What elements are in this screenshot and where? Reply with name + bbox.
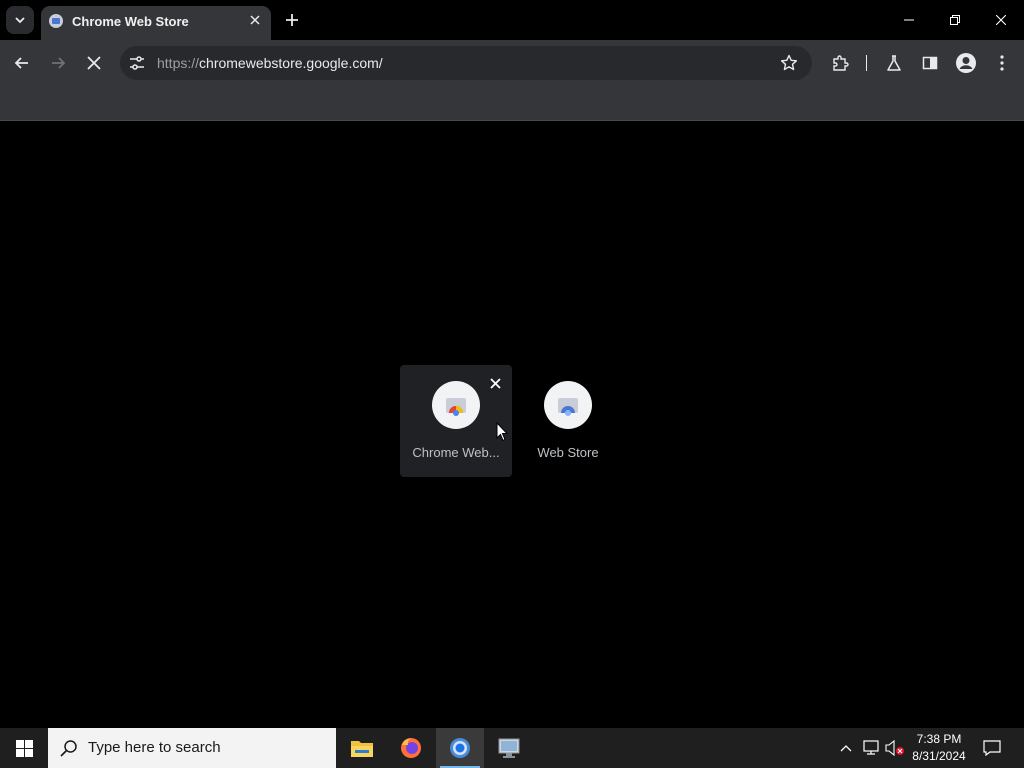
address-bar[interactable]: https://chromewebstore.google.com/ bbox=[120, 46, 812, 80]
search-placeholder: Type here to search bbox=[88, 739, 221, 756]
shortcut-label: Web Store bbox=[537, 445, 599, 460]
notifications-button[interactable] bbox=[978, 728, 1006, 768]
file-explorer-icon bbox=[351, 741, 373, 757]
close-icon bbox=[996, 15, 1006, 25]
taskbar-search-box[interactable]: Type here to search bbox=[48, 728, 336, 768]
network-button[interactable] bbox=[860, 728, 882, 768]
stop-icon bbox=[87, 56, 101, 70]
site-settings-icon[interactable] bbox=[128, 54, 146, 76]
bookmarks-bar bbox=[0, 86, 1024, 121]
chrome-web-store-icon bbox=[446, 398, 466, 416]
shortcut-icon-circle bbox=[544, 381, 592, 429]
active-tab[interactable]: Chrome Web Store bbox=[41, 6, 271, 40]
shortcut-icon-circle bbox=[432, 381, 480, 429]
plus-icon bbox=[286, 14, 298, 26]
extensions-button[interactable] bbox=[828, 51, 852, 75]
taskbar-file-explorer[interactable] bbox=[338, 728, 386, 768]
chrome-web-store-favicon-icon bbox=[49, 14, 63, 28]
bookmark-star-icon[interactable] bbox=[780, 54, 798, 76]
remote-desktop-icon bbox=[498, 738, 520, 758]
tab-search-button[interactable] bbox=[6, 6, 34, 34]
restore-icon bbox=[950, 15, 960, 25]
speaker-muted-icon bbox=[885, 740, 904, 756]
menu-button[interactable] bbox=[990, 51, 1014, 75]
mouse-cursor-icon bbox=[496, 422, 508, 442]
restore-button[interactable] bbox=[932, 0, 978, 40]
profile-button[interactable] bbox=[954, 51, 978, 75]
flask-icon bbox=[887, 55, 901, 71]
network-icon bbox=[863, 740, 879, 755]
chevron-down-icon bbox=[15, 17, 25, 24]
toolbar-divider bbox=[866, 55, 867, 71]
taskbar-chrome[interactable] bbox=[436, 728, 484, 768]
new-tab-button[interactable] bbox=[280, 8, 304, 32]
clock-time: 7:38 PM bbox=[916, 732, 962, 746]
forward-button[interactable] bbox=[46, 51, 70, 75]
chrome-icon bbox=[450, 738, 470, 758]
browser-toolbar: https://chromewebstore.google.com/ bbox=[0, 40, 1024, 86]
labs-button[interactable] bbox=[882, 51, 906, 75]
start-button[interactable] bbox=[0, 728, 48, 768]
puzzle-icon bbox=[833, 55, 849, 71]
minimize-icon bbox=[904, 19, 914, 21]
page-content: Chrome Web... Web Store bbox=[0, 121, 1024, 728]
taskbar-firefox[interactable] bbox=[387, 728, 435, 768]
show-hidden-icons-button[interactable] bbox=[836, 728, 856, 768]
chevron-up-icon bbox=[840, 745, 852, 752]
tab-close-button[interactable] bbox=[247, 12, 263, 28]
title-bar: Chrome Web Store bbox=[0, 0, 1024, 40]
notification-icon bbox=[983, 740, 1001, 756]
search-icon bbox=[60, 740, 77, 757]
back-button[interactable] bbox=[10, 51, 34, 75]
close-icon bbox=[489, 377, 501, 389]
clock-date: 8/31/2024 bbox=[912, 749, 966, 763]
windows-logo-icon bbox=[15, 739, 33, 757]
volume-button[interactable] bbox=[884, 728, 906, 768]
close-icon bbox=[250, 15, 260, 25]
firefox-icon bbox=[401, 738, 421, 758]
side-panel-button[interactable] bbox=[918, 51, 942, 75]
more-vertical-icon bbox=[1000, 55, 1004, 71]
remove-shortcut-button[interactable] bbox=[487, 375, 503, 391]
shortcut-label: Chrome Web... bbox=[412, 445, 500, 460]
close-window-button[interactable] bbox=[978, 0, 1024, 40]
taskbar: Type here to search 7:38 PM 8/31/2024 bbox=[0, 728, 1024, 768]
shortcut-tile-chrome-web-store[interactable]: Chrome Web... bbox=[400, 365, 512, 477]
side-panel-icon bbox=[922, 56, 938, 70]
taskbar-remote-desktop[interactable] bbox=[485, 728, 533, 768]
minimize-button[interactable] bbox=[886, 0, 932, 40]
avatar-icon bbox=[956, 53, 976, 73]
shortcut-tile-web-store[interactable]: Web Store bbox=[512, 365, 624, 477]
arrow-left-icon bbox=[14, 57, 28, 69]
tab-title: Chrome Web Store bbox=[72, 14, 189, 29]
url-text: https://chromewebstore.google.com/ bbox=[157, 55, 383, 71]
web-store-icon bbox=[558, 398, 578, 416]
stop-loading-button[interactable] bbox=[82, 51, 106, 75]
taskbar-clock[interactable]: 7:38 PM 8/31/2024 bbox=[908, 731, 970, 765]
arrow-right-icon bbox=[52, 57, 66, 69]
